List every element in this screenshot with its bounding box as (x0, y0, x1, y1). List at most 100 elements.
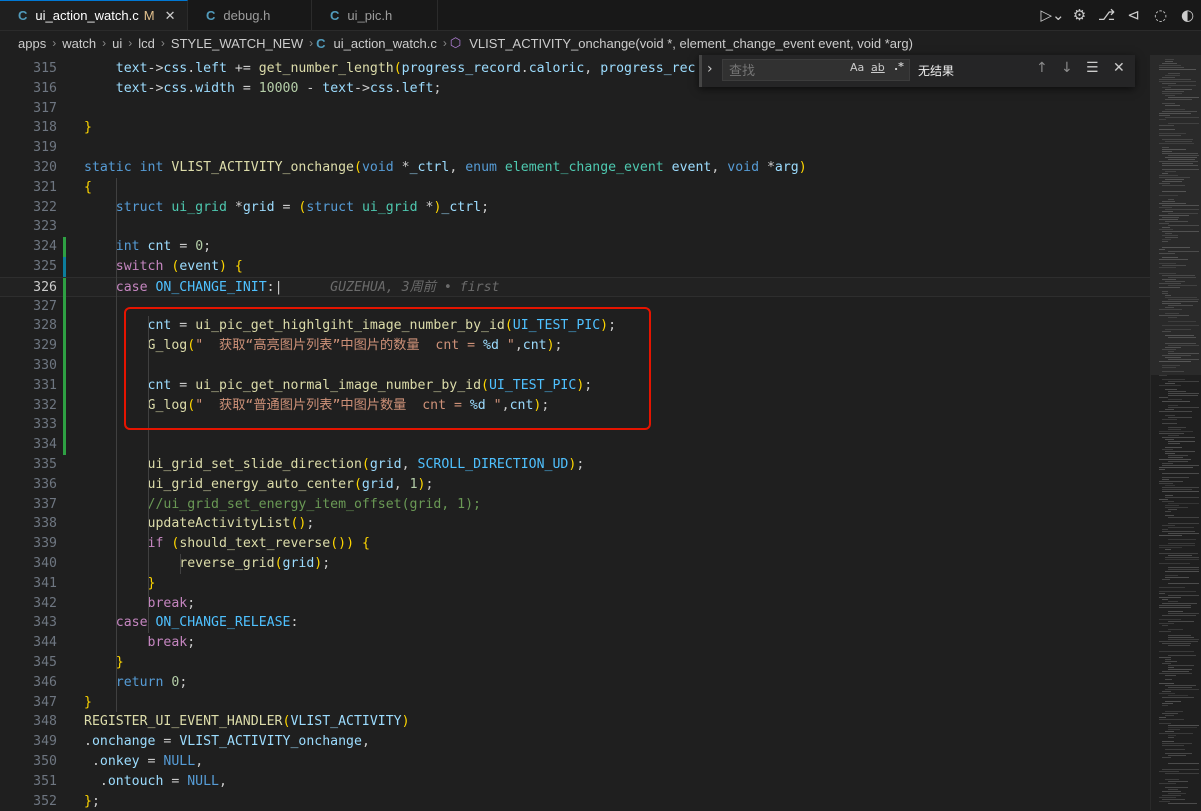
code-line[interactable]: 320 static int VLIST_ACTIVITY_onchange(vo… (0, 158, 1150, 178)
code-line[interactable]: 323 (0, 217, 1150, 237)
minimap-line (1168, 793, 1186, 794)
tab-debug-h[interactable]: C debug.h (188, 0, 312, 30)
git-gutter-indicator[interactable] (63, 356, 66, 376)
minimap-line (1168, 539, 1196, 540)
code-line[interactable]: 318} (0, 118, 1150, 138)
code-line[interactable]: 326 case ON_CHANGE_INIT:| GUZEHUA, 3周前 •… (0, 276, 1150, 298)
git-gutter-indicator[interactable] (63, 257, 66, 277)
match-case-toggle[interactable]: Aa (850, 61, 864, 74)
line-number: 331 (33, 377, 57, 393)
tab-ui-action-watch[interactable]: C ui_action_watch.c M ✕ (0, 0, 188, 30)
minimap-line (1168, 391, 1186, 392)
minimap-line (1159, 499, 1168, 500)
line-number: 323 (33, 219, 57, 235)
minimap-line (1168, 611, 1183, 612)
minimap-line (1165, 571, 1199, 572)
close-icon[interactable]: ✕ (165, 8, 176, 24)
minimap-line (1159, 733, 1193, 734)
git-gutter-indicator[interactable] (63, 237, 66, 257)
code-line[interactable]: 339 if (should_text_reverse()) { (0, 534, 1150, 554)
git-gutter-indicator[interactable] (63, 435, 66, 455)
breadcrumb-item[interactable]: ui_action_watch.c (334, 36, 437, 51)
git-gutter-indicator[interactable] (63, 415, 66, 436)
minimap-slider[interactable] (1151, 55, 1201, 375)
code-line[interactable]: 349 .onchange = VLIST_ACTIVITY_onchange, (0, 732, 1150, 752)
line-number: 352 (33, 793, 57, 809)
code-line[interactable]: 347} (0, 693, 1150, 713)
minimap-line (1165, 447, 1182, 448)
code-line[interactable]: 340 reverse_grid(grid); (0, 554, 1150, 574)
minimap-line (1165, 557, 1199, 558)
go-forward-icon[interactable]: ◌ (1147, 6, 1174, 24)
code-line[interactable]: 342 break; (0, 594, 1150, 614)
code-line[interactable]: 343 case ON_CHANGE_RELEASE: (0, 613, 1150, 633)
code-line[interactable]: 336 ui_grid_energy_auto_center(grid, 1); (0, 475, 1150, 495)
code-line[interactable]: 338 updateActivityList(); (0, 514, 1150, 534)
go-back-icon[interactable]: ⊲ (1120, 6, 1147, 24)
minimap-line (1159, 607, 1191, 608)
minimap-line (1168, 639, 1199, 640)
code-line[interactable]: 345 } (0, 653, 1150, 673)
minimap-line (1162, 703, 1173, 704)
close-icon[interactable]: ✕ (1113, 60, 1125, 76)
regex-toggle[interactable]: .* (894, 60, 904, 73)
minimap-line (1168, 665, 1194, 666)
minimap-line (1168, 429, 1181, 430)
code-line[interactable]: 317 (0, 99, 1150, 119)
arrow-down-icon[interactable]: ↓ (1061, 60, 1073, 76)
code-line[interactable]: 348 REGISTER_UI_EVENT_HANDLER(VLIST_ACTIV… (0, 712, 1150, 732)
code-line[interactable]: 350 .onkey = NULL, (0, 752, 1150, 772)
code-editor[interactable]: 315 text->css.left += get_number_length(… (0, 59, 1150, 810)
git-gutter-indicator[interactable] (63, 277, 66, 298)
minimap-line (1162, 663, 1171, 664)
minimap-line (1168, 667, 1174, 668)
breadcrumb-item[interactable]: watch (62, 36, 96, 51)
code-text: ui_grid_energy_auto_center(grid, 1); (147, 476, 434, 492)
code-line[interactable]: 325 switch (event) { (0, 257, 1150, 277)
breadcrumb-item[interactable]: ui (112, 36, 122, 51)
line-number: 336 (33, 476, 57, 492)
run-debug-icon[interactable]: ▷⌄ (1039, 6, 1066, 24)
chevron-right-icon[interactable]: › (707, 61, 713, 77)
git-gutter-indicator[interactable] (63, 316, 66, 337)
git-gutter-indicator[interactable] (63, 296, 66, 317)
git-gutter-indicator[interactable] (63, 336, 66, 356)
compare-changes-icon[interactable]: ⎇ (1093, 6, 1120, 24)
minimap-line (1162, 713, 1178, 714)
code-line[interactable]: 337 //ui_grid_set_energy_item_offset(gri… (0, 495, 1150, 515)
breadcrumb-item[interactable]: STYLE_WATCH_NEW (171, 36, 303, 51)
minimap-line (1165, 409, 1174, 410)
breadcrumb-item[interactable]: lcd (138, 36, 155, 51)
find-input[interactable] (723, 61, 839, 82)
split-editor-icon[interactable]: ◐ (1174, 6, 1201, 24)
minimap-line (1159, 717, 1166, 718)
code-text: ui_grid_set_slide_direction(grid, SCROLL… (147, 457, 585, 472)
breadcrumb-item[interactable]: apps (18, 36, 46, 51)
line-number: 326 (33, 279, 57, 295)
minimap-line (1168, 461, 1188, 462)
git-gutter-indicator[interactable] (63, 395, 66, 416)
code-line[interactable]: 319 (0, 138, 1150, 158)
tab-ui-pic-h[interactable]: C ui_pic.h (312, 0, 438, 30)
minimap-line (1159, 673, 1192, 674)
minimap-line (1159, 433, 1184, 434)
git-gutter-indicator[interactable] (63, 375, 66, 396)
arrow-up-icon[interactable]: ↑ (1036, 60, 1048, 76)
code-line[interactable]: 341 } (0, 574, 1150, 594)
code-line[interactable]: 352}; (0, 792, 1150, 811)
code-line[interactable]: 344 break; (0, 633, 1150, 653)
find-in-selection-icon[interactable]: ☰ (1086, 60, 1099, 76)
code-line[interactable]: 335 ui_grid_set_slide_direction(grid, SC… (0, 455, 1150, 475)
code-line[interactable]: 346 return 0; (0, 673, 1150, 693)
code-line[interactable]: 321 { (0, 178, 1150, 198)
breadcrumb-item[interactable]: VLIST_ACTIVITY_onchange(void *, element_… (469, 36, 913, 51)
line-number: 346 (33, 674, 57, 690)
match-whole-word-toggle[interactable]: ab (871, 61, 885, 74)
minimap-line (1165, 559, 1199, 560)
minimap-line (1159, 719, 1184, 720)
code-line[interactable]: 334 (0, 435, 1150, 455)
code-line[interactable]: 322 struct ui_grid *grid = (struct ui_gr… (0, 198, 1150, 218)
code-line[interactable]: 351 .ontouch = NULL, (0, 772, 1150, 792)
gear-icon[interactable]: ⚙ (1066, 6, 1093, 24)
code-line[interactable]: 324 int cnt = 0; (0, 237, 1150, 257)
